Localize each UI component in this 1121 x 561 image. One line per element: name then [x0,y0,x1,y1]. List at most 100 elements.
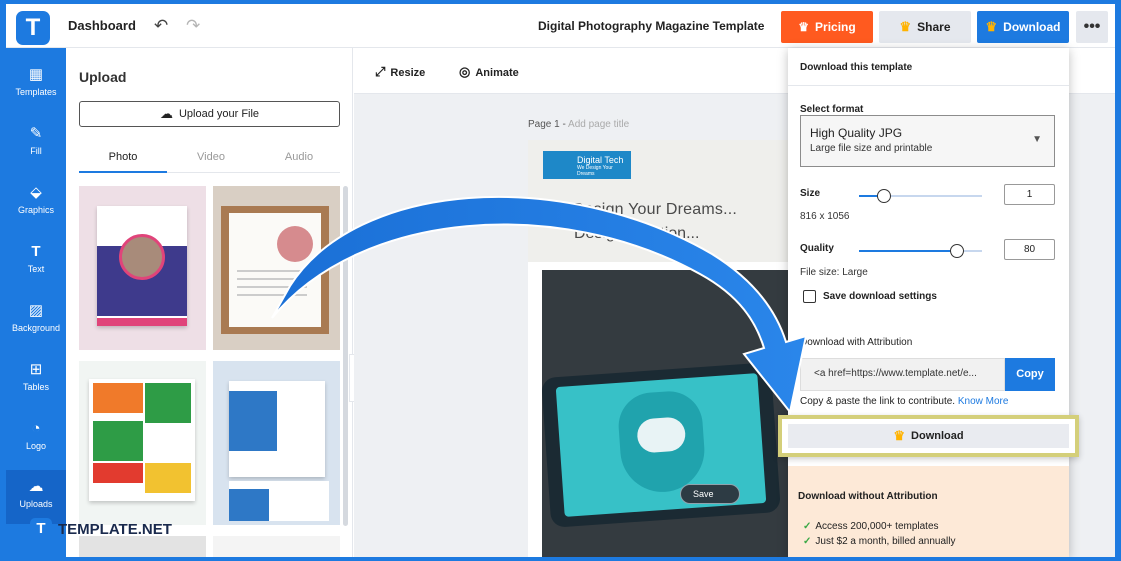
feature-item: ✓ Access 200,000+ templates [803,521,939,532]
magazine-headline: We Design Your Dreams... [544,201,738,218]
pricing-label: Pricing [815,20,856,34]
crown-icon: ♛ [798,20,810,34]
uploads-icon: ☁ [28,478,44,495]
slider-track [883,195,982,197]
sidebar-item-templates[interactable]: ▦ Templates [6,58,66,112]
animate-label: Animate [475,67,519,79]
format-main: High Quality JPG [810,126,903,140]
resize-button[interactable]: ⤢ Resize [375,64,425,80]
sidebar-item-background[interactable]: ▨ Background [6,294,66,348]
sidebar-item-label: Tables [22,382,49,392]
top-bar: T Dashboard ↶ ↷ Digital Photography Maga… [6,4,1115,48]
photo-thumbnail[interactable] [213,536,340,557]
no-attribution-title: Download without Attribution [798,491,938,502]
download-panel-title: Download this template [800,62,913,73]
share-button[interactable]: ♛ Share [879,11,971,43]
left-sidebar: ▦ Templates ✎ Fill ⬙ Graphics T Text ▨ B… [6,48,66,557]
quality-input[interactable]: 80 [1004,239,1055,260]
sidebar-item-graphics[interactable]: ⬙ Graphics [6,176,66,230]
undo-icon[interactable]: ↶ [154,16,168,36]
tab-photo[interactable]: Photo [79,151,167,163]
crown-icon: ♛ [985,19,998,34]
attribution-label: Download with Attribution [800,337,913,348]
copy-note: Copy & paste the link to contribute. Kno… [800,396,1008,407]
sidebar-item-fill[interactable]: ✎ Fill [6,117,66,171]
share-label: Share [917,20,951,34]
sidebar-item-label: Text [27,264,45,274]
tab-video[interactable]: Video [167,151,255,163]
sidebar-item-logo[interactable]: ◔ Logo [6,412,66,466]
download-button-label: Download [911,430,964,442]
templates-icon: ▦ [28,66,44,83]
logo-icon: ◔ [31,420,41,437]
crown-icon: ♛ [899,19,912,34]
panel-scrollbar[interactable] [343,186,348,526]
tables-icon: ⊞ [29,361,43,378]
sidebar-item-text[interactable]: T Text [6,235,66,289]
format-select[interactable]: High Quality JPG Large file size and pri… [800,115,1055,167]
check-icon: ✓ [803,536,812,547]
slider-fill [859,250,958,252]
page-number: Page 1 - [528,119,566,130]
magazine-page[interactable]: Digital Tech We Design Your Dreams We De… [528,140,790,557]
brand-name: Digital Tech [577,155,624,165]
upload-panel: Upload ☁ Upload your File Photo Video Au… [66,48,353,557]
copy-note-text: Copy & paste the link to contribute. [800,396,956,407]
page-title-placeholder[interactable]: Add page title [568,119,629,130]
divider [788,85,1069,86]
tablet-image [541,362,781,528]
sidebar-item-label: Background [11,323,61,333]
copy-button[interactable]: Copy [1005,358,1055,391]
crown-icon: ♛ [893,428,906,443]
sidebar-item-uploads[interactable]: ☁ Uploads [6,470,66,524]
cloud-upload-icon: ☁ [159,106,173,121]
sidebar-item-tables[interactable]: ⊞ Tables [6,353,66,407]
format-sub: Large file size and printable [810,143,933,154]
page-label[interactable]: Page 1 - Add page title [528,119,629,130]
sidebar-item-label: Uploads [19,499,53,509]
fill-icon: ✎ [29,125,43,142]
dashboard-link[interactable]: Dashboard [68,18,136,33]
photo-thumbnail[interactable] [213,361,340,525]
tab-audio[interactable]: Audio [255,151,343,163]
download-highlight: ♛ Download [778,415,1079,457]
photo-thumbnail[interactable] [79,361,206,525]
size-input[interactable]: 1 [1004,184,1055,205]
sidebar-item-label: Graphics [17,205,54,215]
feature-text: Access 200,000+ templates [815,521,939,532]
attribution-link-field[interactable]: <a href=https://www.template.net/e... [800,358,1005,391]
save-settings-checkbox[interactable] [803,290,816,303]
text-icon: T [31,243,41,260]
animate-icon: ◎ [459,64,471,79]
background-icon: ▨ [28,302,44,319]
size-dimensions: 816 x 1056 [800,211,850,222]
download-with-attribution-button[interactable]: ♛ Download [788,424,1069,448]
sidebar-item-label: Logo [25,441,47,451]
magazine-photo: Save [541,270,790,557]
photo-thumbnail[interactable] [79,186,206,350]
check-icon: ✓ [803,521,812,532]
sidebar-item-label: Fill [30,146,42,156]
pricing-button[interactable]: ♛ Pricing [781,11,873,43]
slider-knob[interactable] [950,244,965,258]
magazine-subheadline: Design Solution... [574,225,700,242]
feature-item: ✓ Just $2 a month, billed annually [803,536,955,547]
download-label: Download [1003,20,1061,34]
feature-text: Just $2 a month, billed annually [815,536,956,547]
upload-file-label: Upload your File [178,108,260,120]
upload-file-button[interactable]: ☁ Upload your File [79,101,340,127]
redo-icon[interactable]: ↷ [186,16,200,36]
slider-knob[interactable] [876,189,891,203]
resize-label: Resize [390,67,426,79]
download-button[interactable]: ♛ Download [977,11,1069,43]
no-attribution-section: Download without Attribution ✓ Access 200… [788,466,1069,557]
resize-icon: ⤢ [375,64,386,79]
brand-tagline: We Design Your Dreams [577,165,613,177]
animate-button[interactable]: ◎ Animate [459,64,519,80]
active-tab-indicator [79,171,167,173]
photo-thumbnail[interactable] [213,186,340,350]
app-logo[interactable]: T [16,11,50,45]
know-more-link[interactable]: Know More [958,396,1009,407]
more-options-button[interactable]: ••• [1076,11,1108,43]
watermark-logo: T [30,518,52,540]
